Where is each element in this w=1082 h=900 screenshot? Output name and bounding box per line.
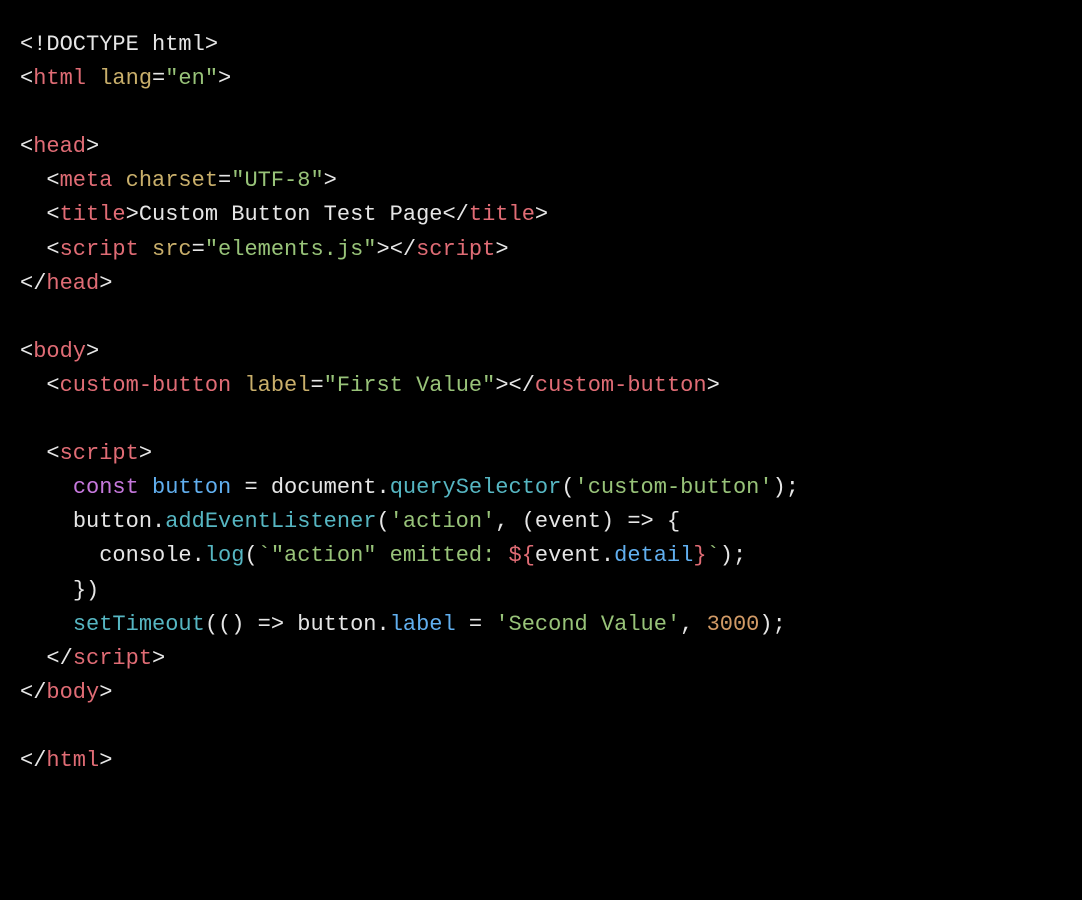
code-line: <!DOCTYPE html> — [20, 32, 218, 57]
code-line: console.log(`"action" emitted: ${event.d… — [20, 543, 746, 568]
code-line: <html lang="en"> — [20, 66, 231, 91]
code-line: </body> — [20, 680, 112, 705]
code-line: <title>Custom Button Test Page</title> — [20, 202, 548, 227]
code-line: setTimeout(() => button.label = 'Second … — [20, 612, 786, 637]
code-line: <script> — [20, 441, 152, 466]
code-line: button.addEventListener('action', (event… — [20, 509, 680, 534]
code-line: <head> — [20, 134, 99, 159]
code-line: }) — [20, 578, 99, 603]
code-line: <body> — [20, 339, 99, 364]
code-line: </head> — [20, 271, 112, 296]
code-line: </html> — [20, 748, 112, 773]
code-line: <script src="elements.js"></script> — [20, 237, 509, 262]
code-line: const button = document.querySelector('c… — [20, 475, 799, 500]
code-block: <!DOCTYPE html> <html lang="en"> <head> … — [20, 28, 1062, 778]
code-line: </script> — [20, 646, 165, 671]
code-line: <meta charset="UTF-8"> — [20, 168, 337, 193]
code-line: <custom-button label="First Value"></cus… — [20, 373, 720, 398]
